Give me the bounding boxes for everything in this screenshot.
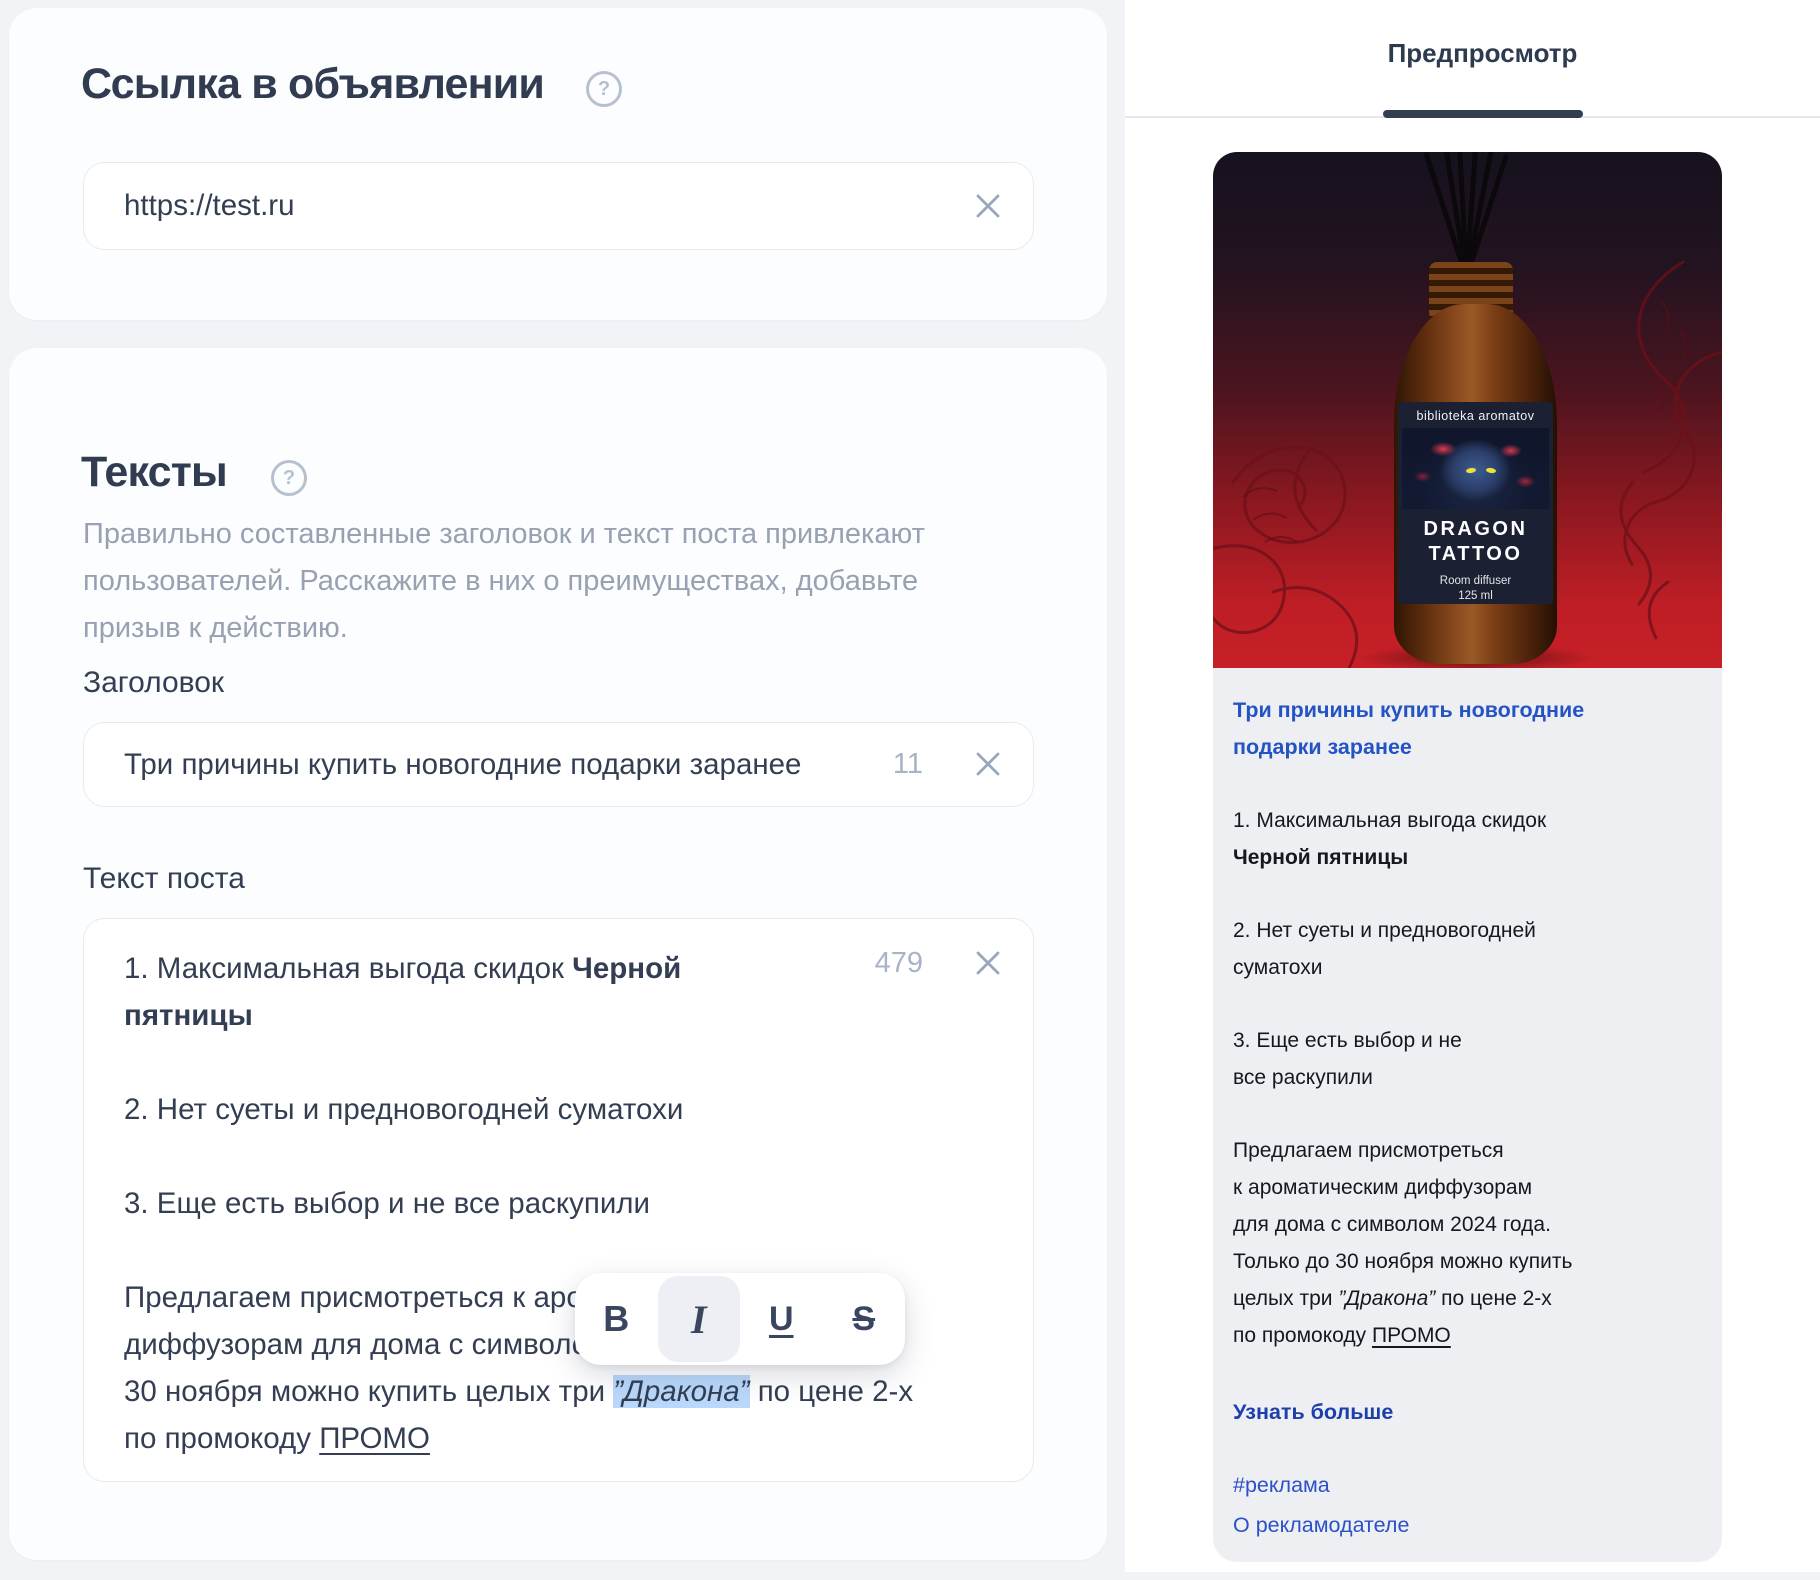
text-format-toolbar: B I U S bbox=[575, 1273, 905, 1365]
preview-paragraph-3: 3. Еще есть выбор и не все раскупили bbox=[1233, 1022, 1702, 1096]
ad-preview-card: biblioteka aromatov DRAGON TATTOO Room d… bbox=[1213, 152, 1722, 1562]
underline-button[interactable]: U bbox=[740, 1273, 822, 1365]
close-icon bbox=[971, 946, 1005, 980]
headline-label: Заголовок bbox=[83, 666, 224, 700]
post-text-label: Текст поста bbox=[83, 862, 245, 896]
strikethrough-icon: S bbox=[852, 1300, 875, 1339]
active-tab-indicator bbox=[1383, 110, 1583, 118]
tab-preview[interactable]: Предпросмотр bbox=[1388, 38, 1578, 69]
strikethrough-button[interactable]: S bbox=[823, 1273, 905, 1365]
bottle-label: biblioteka aromatov DRAGON TATTOO Room d… bbox=[1398, 402, 1553, 604]
promo-underlined-text: ПРОМО bbox=[319, 1422, 430, 1455]
ad-hashtag-link[interactable]: #реклама bbox=[1233, 1465, 1702, 1505]
close-icon bbox=[971, 747, 1005, 781]
preview-text-body: Три причины купить новогодние подарки за… bbox=[1213, 668, 1722, 1562]
texts-title: Тексты bbox=[81, 448, 227, 497]
product-volume: 125 ml bbox=[1458, 589, 1493, 604]
brand-name: biblioteka aromatov bbox=[1417, 409, 1535, 423]
promo-link[interactable]: ПРОМО bbox=[1372, 1324, 1451, 1347]
underline-icon: U bbox=[769, 1300, 794, 1339]
preview-paragraph-4: Предлагаем присмотреться к ароматическим… bbox=[1233, 1132, 1702, 1354]
tab-row: Предпросмотр bbox=[1125, 38, 1820, 69]
dragon-label-art bbox=[1402, 428, 1549, 509]
headline-char-counter: 11 bbox=[893, 748, 923, 781]
product-name-line1: DRAGON bbox=[1424, 517, 1528, 542]
product-name-line2: TATTOO bbox=[1429, 542, 1523, 567]
url-input[interactable]: https://test.ru bbox=[83, 162, 1034, 250]
close-icon bbox=[971, 189, 1005, 223]
learn-more-link[interactable]: Узнать больше bbox=[1233, 1394, 1702, 1431]
headline-input[interactable]: Три причины купить новогодние подарки за… bbox=[83, 722, 1034, 807]
product-type: Room diffuser bbox=[1440, 574, 1511, 589]
headline-input-value: Три причины купить новогодние подарки за… bbox=[124, 723, 801, 806]
url-input-value: https://test.ru bbox=[124, 163, 295, 249]
italic-icon: I bbox=[691, 1296, 707, 1343]
preview-panel: Предпросмотр bbox=[1125, 0, 1820, 1572]
help-icon[interactable]: ? bbox=[271, 460, 307, 496]
preview-title-link[interactable]: Три причины купить новогодние подарки за… bbox=[1233, 692, 1702, 766]
clear-url-button[interactable] bbox=[971, 189, 1005, 223]
help-icon[interactable]: ? bbox=[586, 71, 622, 107]
bold-icon: B bbox=[603, 1298, 629, 1340]
preview-paragraph-2: 2. Нет суеты и предновогодней суматохи bbox=[1233, 912, 1702, 986]
post-char-counter: 479 bbox=[875, 947, 923, 980]
texts-description: Правильно составленные заголовок и текст… bbox=[83, 511, 925, 652]
product-image: biblioteka aromatov DRAGON TATTOO Room d… bbox=[1213, 152, 1722, 668]
texts-card: Тексты ? Правильно составленные заголово… bbox=[9, 348, 1107, 1560]
clear-post-button[interactable] bbox=[971, 946, 1005, 980]
post-textarea[interactable]: 1. Максимальная выгода скидок Черной пят… bbox=[83, 918, 1034, 1482]
italic-button[interactable]: I bbox=[658, 1273, 740, 1365]
selected-text: ”Дракона” bbox=[613, 1375, 749, 1408]
about-advertiser-link[interactable]: О рекламодателе bbox=[1233, 1505, 1702, 1545]
ad-link-card: Ссылка в объявлении ? https://test.ru bbox=[9, 8, 1107, 320]
clear-headline-button[interactable] bbox=[971, 747, 1005, 781]
ad-link-title: Ссылка в объявлении bbox=[81, 60, 544, 109]
preview-paragraph-1: 1. Максимальная выгода скидок Черной пят… bbox=[1233, 802, 1702, 876]
post-textarea-content: 1. Максимальная выгода скидок Черной пят… bbox=[124, 945, 993, 1462]
preview-footer-links: #реклама О рекламодателе bbox=[1233, 1465, 1702, 1545]
bold-button[interactable]: B bbox=[575, 1273, 657, 1365]
